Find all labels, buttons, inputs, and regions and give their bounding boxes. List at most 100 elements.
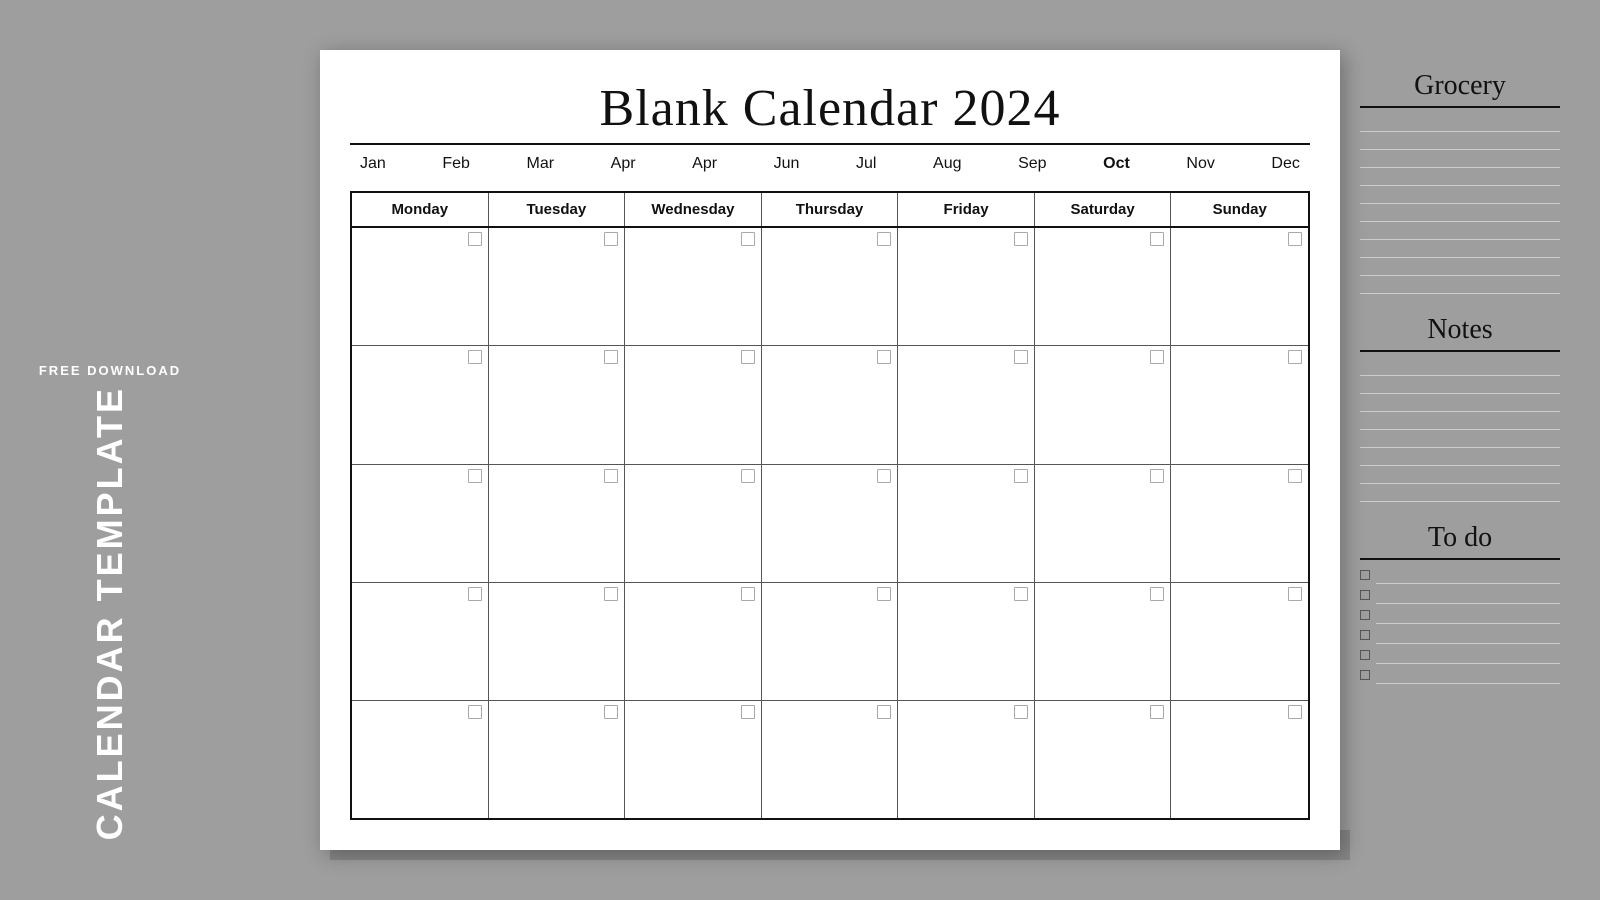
date-corner (1014, 469, 1028, 483)
calendar-cell[interactable] (1171, 465, 1308, 582)
date-corner (1150, 705, 1164, 719)
calendar-cell[interactable] (898, 228, 1035, 345)
date-corner (1288, 469, 1302, 483)
todo-checkbox[interactable] (1360, 570, 1370, 580)
calendar-cell[interactable] (1035, 465, 1172, 582)
notes-line (1360, 394, 1560, 412)
calendar-cell[interactable] (762, 346, 899, 463)
month-tab-jul[interactable]: Jul (850, 153, 882, 175)
calendar-body (352, 228, 1308, 818)
todo-item[interactable] (1360, 586, 1560, 604)
calendar-cell[interactable] (898, 346, 1035, 463)
todo-checkbox[interactable] (1360, 610, 1370, 620)
calendar-cell[interactable] (489, 465, 626, 582)
month-tab-apr[interactable]: Apr (686, 153, 723, 175)
calendar-cell[interactable] (762, 465, 899, 582)
todo-item[interactable] (1360, 606, 1560, 624)
notes-title: Notes (1360, 314, 1560, 346)
calendar-cell[interactable] (352, 346, 489, 463)
grocery-line (1360, 132, 1560, 150)
grocery-line (1360, 258, 1560, 276)
todo-item[interactable] (1360, 646, 1560, 664)
todo-item[interactable] (1360, 566, 1560, 584)
date-corner (1014, 232, 1028, 246)
calendar-cell[interactable] (1035, 701, 1172, 818)
calendar-cell[interactable] (352, 701, 489, 818)
calendar-cell[interactable] (352, 583, 489, 700)
calendar-cell[interactable] (1035, 346, 1172, 463)
month-tab-apr[interactable]: Apr (605, 153, 642, 175)
month-tab-mar[interactable]: Mar (521, 153, 561, 175)
calendar-cell[interactable] (1035, 228, 1172, 345)
calendar-cell[interactable] (898, 465, 1035, 582)
date-corner (1014, 350, 1028, 364)
calendar-cell[interactable] (625, 228, 762, 345)
todo-checkbox[interactable] (1360, 590, 1370, 600)
month-tab-feb[interactable]: Feb (436, 153, 476, 175)
calendar-cell[interactable] (762, 583, 899, 700)
calendar-cell[interactable] (352, 228, 489, 345)
date-corner (1288, 705, 1302, 719)
paper-title: Blank Calendar 2024 (350, 80, 1310, 137)
calendar-cell[interactable] (625, 583, 762, 700)
month-tab-sep[interactable]: Sep (1012, 153, 1052, 175)
calendar-row (352, 465, 1308, 583)
calendar-grid: MondayTuesdayWednesdayThursdayFridaySatu… (350, 191, 1310, 820)
header-monday: Monday (352, 193, 489, 226)
grocery-line (1360, 186, 1560, 204)
month-tab-oct[interactable]: Oct (1097, 153, 1136, 175)
calendar-cell[interactable] (489, 228, 626, 345)
grocery-title: Grocery (1360, 70, 1560, 102)
month-tab-nov[interactable]: Nov (1180, 153, 1220, 175)
calendar-cell[interactable] (1035, 583, 1172, 700)
date-corner (877, 232, 891, 246)
calendar-cell[interactable] (352, 465, 489, 582)
date-corner (741, 469, 755, 483)
date-corner (468, 350, 482, 364)
calendar-cell[interactable] (898, 583, 1035, 700)
date-corner (877, 587, 891, 601)
date-corner (1288, 587, 1302, 601)
calendar-row (352, 228, 1308, 346)
header-saturday: Saturday (1035, 193, 1172, 226)
todo-divider (1360, 558, 1560, 560)
header-friday: Friday (898, 193, 1035, 226)
notes-lines (1360, 358, 1560, 502)
calendar-cell[interactable] (1171, 346, 1308, 463)
grocery-line (1360, 114, 1560, 132)
calendar-cell[interactable] (1171, 228, 1308, 345)
calendar-cell[interactable] (762, 228, 899, 345)
grocery-line (1360, 204, 1560, 222)
todo-checkbox[interactable] (1360, 670, 1370, 680)
todo-line (1376, 606, 1560, 624)
todo-line (1376, 646, 1560, 664)
calendar-cell[interactable] (1171, 583, 1308, 700)
grocery-line (1360, 276, 1560, 294)
calendar-cell[interactable] (898, 701, 1035, 818)
calendar-cell[interactable] (489, 346, 626, 463)
date-corner (741, 705, 755, 719)
calendar-cell[interactable] (1171, 701, 1308, 818)
calendar-cell[interactable] (489, 701, 626, 818)
month-tab-jan[interactable]: Jan (354, 153, 392, 175)
calendar-cell[interactable] (625, 346, 762, 463)
todo-checkbox[interactable] (1360, 650, 1370, 660)
calendar-cell[interactable] (762, 701, 899, 818)
month-tab-aug[interactable]: Aug (927, 153, 967, 175)
date-corner (741, 350, 755, 364)
todo-item[interactable] (1360, 626, 1560, 644)
todo-line (1376, 566, 1560, 584)
calendar-cell[interactable] (625, 465, 762, 582)
calendar-cell[interactable] (625, 701, 762, 818)
notes-line (1360, 412, 1560, 430)
calendar-cell[interactable] (489, 583, 626, 700)
month-tab-jun[interactable]: Jun (768, 153, 806, 175)
header-tuesday: Tuesday (489, 193, 626, 226)
calendar-row (352, 346, 1308, 464)
date-corner (741, 587, 755, 601)
date-corner (877, 350, 891, 364)
todo-checkbox[interactable] (1360, 630, 1370, 640)
month-tab-dec[interactable]: Dec (1265, 153, 1305, 175)
todo-item[interactable] (1360, 666, 1560, 684)
notes-line (1360, 358, 1560, 376)
